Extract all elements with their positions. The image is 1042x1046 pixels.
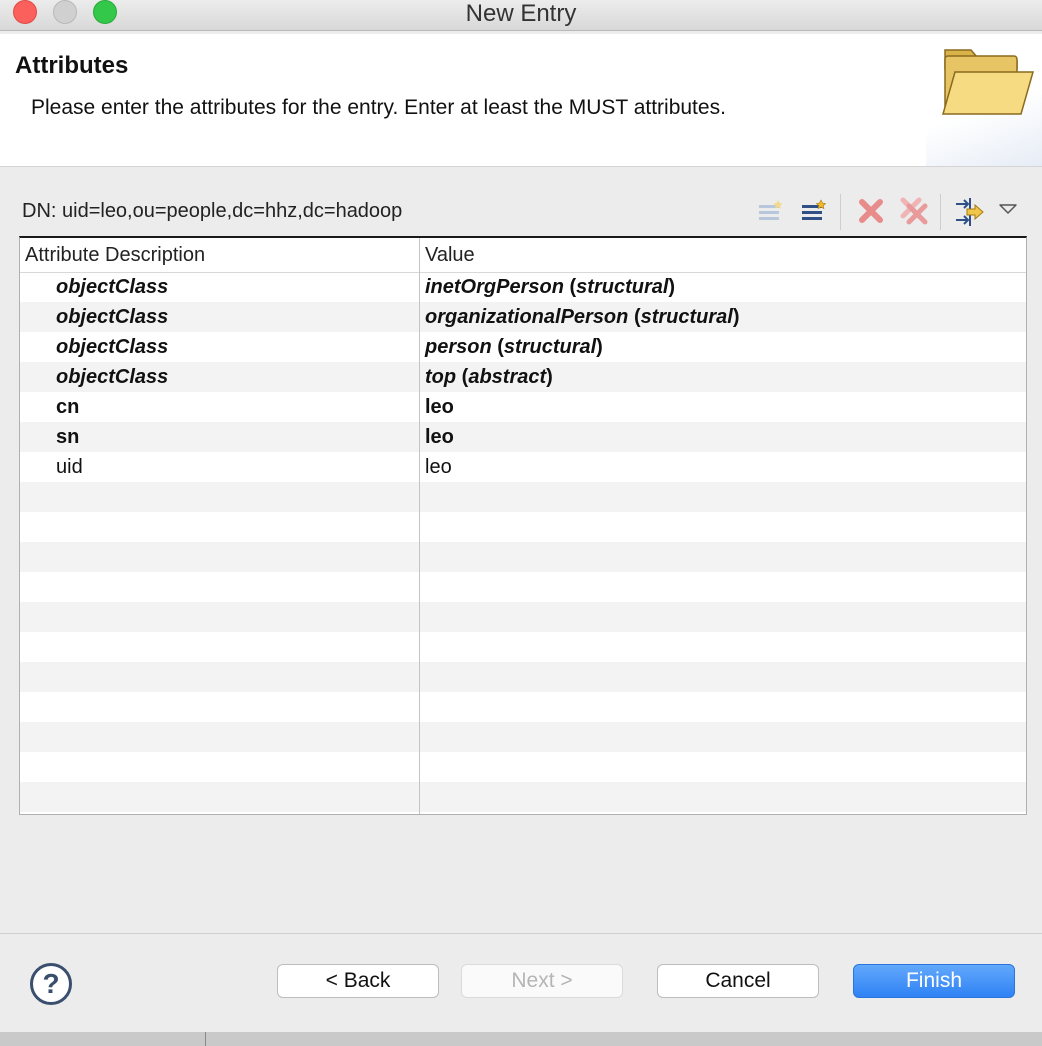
- new-value-icon: [802, 199, 827, 220]
- attribute-cell: objectClass: [56, 306, 169, 328]
- empty-row: [20, 722, 1026, 752]
- empty-row: [20, 542, 1026, 572]
- empty-row: [20, 752, 1026, 782]
- objectclass-value: person: [425, 336, 492, 358]
- value-cell: leo: [425, 426, 454, 448]
- folder-icon: [942, 49, 1034, 115]
- delete-all-button[interactable]: [897, 190, 931, 232]
- empty-row: [20, 482, 1026, 512]
- wizard-banner-image: [926, 34, 1042, 166]
- value-cell: person (structural): [425, 336, 603, 358]
- empty-row: [20, 662, 1026, 692]
- view-menu-button[interactable]: [996, 190, 1020, 232]
- dn-label: DN: uid=leo,ou=people,dc=hhz,dc=hadoop: [22, 200, 403, 222]
- table-row[interactable]: objectClass top (abstract): [20, 362, 1026, 392]
- attribute-cell: sn: [56, 426, 80, 448]
- attribute-table[interactable]: Attribute Description Value objectClass …: [19, 236, 1027, 815]
- table-rows: objectClass inetOrgPerson (structural) o…: [20, 272, 1026, 814]
- objectclass-kind: abstract: [468, 366, 547, 388]
- column-header-attribute[interactable]: Attribute Description: [25, 238, 205, 272]
- background-window-edge: [0, 1032, 1042, 1046]
- help-icon: ?: [42, 968, 60, 999]
- cancel-button[interactable]: Cancel: [657, 964, 819, 998]
- value-cell: leo: [425, 456, 452, 478]
- attribute-cell: objectClass: [56, 336, 169, 358]
- new-attribute-button[interactable]: [754, 190, 788, 232]
- attribute-cell: cn: [56, 396, 80, 418]
- page-description: Please enter the attributes for the entr…: [31, 96, 726, 119]
- back-button[interactable]: < Back: [277, 964, 439, 998]
- value-cell: organizationalPerson (structural): [425, 306, 740, 328]
- delete-button[interactable]: [854, 190, 888, 232]
- column-divider[interactable]: [419, 238, 420, 814]
- attribute-cell: objectClass: [56, 276, 169, 298]
- table-row[interactable]: objectClass inetOrgPerson (structural): [20, 272, 1026, 302]
- table-row[interactable]: uid leo: [20, 452, 1026, 482]
- new-value-button[interactable]: [797, 190, 831, 232]
- value-cell: top (abstract): [425, 366, 553, 388]
- empty-row: [20, 632, 1026, 662]
- column-header-value[interactable]: Value: [425, 238, 475, 272]
- delete-all-icon: [900, 197, 928, 225]
- objectclass-kind: structural: [640, 306, 733, 328]
- objectclass-value: top: [425, 366, 457, 388]
- table-row[interactable]: objectClass person (structural): [20, 332, 1026, 362]
- empty-row: [20, 812, 1026, 814]
- table-header: Attribute Description Value: [20, 238, 1026, 273]
- table-row[interactable]: cn leo: [20, 392, 1026, 422]
- empty-row: [20, 782, 1026, 812]
- view-menu-icon: [999, 204, 1017, 214]
- empty-row: [20, 602, 1026, 632]
- objectclass-kind: structural: [576, 276, 669, 298]
- value-cell: leo: [425, 396, 454, 418]
- empty-row: [20, 692, 1026, 722]
- next-button[interactable]: Next >: [461, 964, 623, 998]
- page-title: Attributes: [15, 52, 129, 79]
- objectclass-value: inetOrgPerson: [425, 276, 564, 298]
- delete-icon: [859, 199, 883, 223]
- help-button[interactable]: ?: [30, 963, 72, 1005]
- window-title: New Entry: [465, 0, 577, 27]
- attribute-cell: objectClass: [56, 366, 169, 388]
- objectclass-value: organizationalPerson: [425, 306, 629, 328]
- edit-value-button[interactable]: [952, 190, 986, 232]
- table-row[interactable]: objectClass organizationalPerson (struct…: [20, 302, 1026, 332]
- empty-row: [20, 572, 1026, 602]
- new-attribute-icon: [759, 200, 783, 220]
- finish-button[interactable]: Finish: [853, 964, 1015, 998]
- footer-divider: [0, 933, 1042, 934]
- attribute-cell: uid: [56, 456, 83, 478]
- wizard-header: Attributes Please enter the attributes f…: [0, 34, 1042, 167]
- objectclass-kind: structural: [503, 336, 597, 358]
- table-row[interactable]: sn leo: [20, 422, 1026, 452]
- edit-value-icon: [956, 198, 984, 226]
- value-cell: inetOrgPerson (structural): [425, 276, 676, 298]
- title-bar: New Entry: [0, 0, 1042, 31]
- empty-row: [20, 512, 1026, 542]
